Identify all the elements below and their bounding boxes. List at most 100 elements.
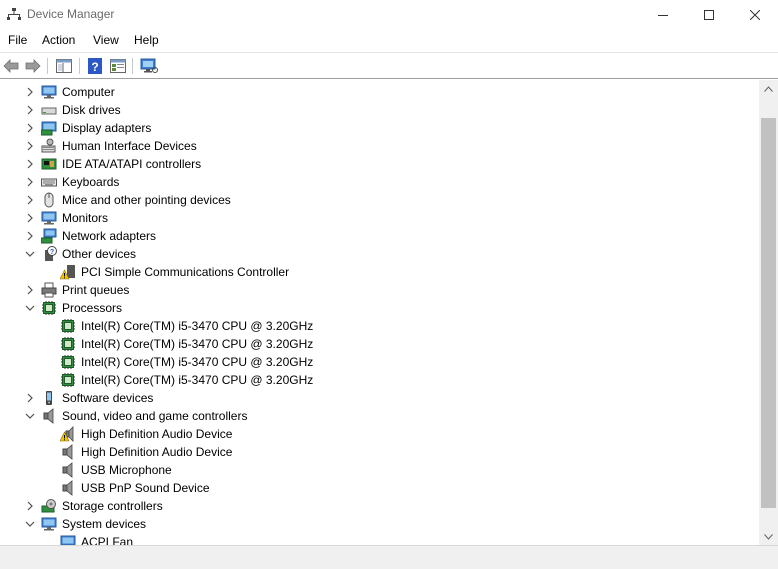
collapse-toggle[interactable] — [24, 302, 36, 314]
tree-device[interactable]: USB PnP Sound Device — [0, 479, 759, 497]
minimize-button[interactable] — [640, 0, 686, 30]
expand-toggle[interactable] — [24, 104, 36, 116]
tree-category[interactable]: Disk drives — [0, 101, 759, 119]
tree-device[interactable]: High Definition Audio Device — [0, 425, 759, 443]
tree-category[interactable]: Monitors — [0, 209, 759, 227]
tree-item-label: IDE ATA/ATAPI controllers — [62, 157, 202, 171]
tree-device[interactable]: ACPI Fan — [0, 533, 759, 545]
monitor-icon — [41, 211, 57, 225]
collapse-toggle[interactable] — [24, 248, 36, 260]
expand-toggle[interactable] — [24, 284, 36, 296]
tree-item-label: Monitors — [62, 211, 109, 225]
printer-icon — [41, 282, 57, 298]
chevron-right-icon — [27, 231, 33, 241]
properties-view-button[interactable] — [109, 57, 127, 75]
tree-category[interactable]: Sound, video and game controllers — [0, 407, 759, 425]
back-button[interactable] — [2, 57, 20, 75]
chevron-down-icon — [25, 413, 35, 419]
menu-help[interactable]: Help — [134, 33, 159, 47]
scroll-down-button[interactable] — [759, 528, 778, 545]
computer-icon — [41, 85, 57, 99]
tree-item-label: Intel(R) Core(TM) i5-3470 CPU @ 3.20GHz — [81, 337, 314, 351]
unknown-device-icon: ? — [45, 246, 57, 261]
chevron-down-icon — [25, 251, 35, 257]
tree-item-label: Mice and other pointing devices — [62, 193, 231, 207]
tree-device[interactable]: Intel(R) Core(TM) i5-3470 CPU @ 3.20GHz — [0, 371, 759, 389]
tree-device[interactable]: PCI Simple Communications Controller — [0, 263, 759, 281]
expand-toggle[interactable] — [24, 392, 36, 404]
menu-file[interactable]: File — [8, 33, 27, 47]
tree-item-label: High Definition Audio Device — [81, 445, 233, 459]
expand-toggle[interactable] — [24, 86, 36, 98]
tree-device[interactable]: High Definition Audio Device — [0, 443, 759, 461]
tree-category[interactable]: System devices — [0, 515, 759, 533]
help-icon: ? — [88, 58, 102, 74]
processor-icon — [61, 319, 75, 333]
expand-toggle[interactable] — [24, 212, 36, 224]
vertical-scrollbar[interactable] — [759, 80, 778, 545]
tree-category[interactable]: Print queues — [0, 281, 759, 299]
close-icon — [750, 10, 760, 20]
tree-device[interactable]: Intel(R) Core(TM) i5-3470 CPU @ 3.20GHz — [0, 335, 759, 353]
tree-item-label: Disk drives — [62, 103, 121, 117]
scan-hardware-button[interactable] — [140, 57, 158, 75]
svg-text:?: ? — [91, 60, 98, 74]
tree-category[interactable]: Computer — [0, 83, 759, 101]
tree-category[interactable]: Human Interface Devices — [0, 137, 759, 155]
device-tree: Computer Disk drives Display adapters Human… — [0, 80, 759, 545]
expand-toggle[interactable] — [24, 176, 36, 188]
tree-item-label: Sound, video and game controllers — [62, 409, 248, 423]
collapse-toggle[interactable] — [24, 410, 36, 422]
system-device-icon — [60, 535, 76, 545]
show-hide-console-tree-button[interactable] — [55, 57, 73, 75]
forward-arrow-icon — [25, 59, 41, 73]
expand-toggle[interactable] — [24, 230, 36, 242]
tree-device[interactable]: USB Microphone — [0, 461, 759, 479]
tree-item-label: PCI Simple Communications Controller — [81, 265, 290, 279]
tree-device[interactable]: Intel(R) Core(TM) i5-3470 CPU @ 3.20GHz — [0, 353, 759, 371]
ide-controller-icon — [41, 158, 57, 170]
status-bar — [0, 545, 778, 569]
expand-toggle[interactable] — [24, 194, 36, 206]
help-button[interactable]: ? — [86, 57, 104, 75]
expand-toggle[interactable] — [24, 158, 36, 170]
processor-icon — [61, 337, 75, 351]
tree-item-label: USB PnP Sound Device — [81, 481, 210, 495]
menu-view[interactable]: View — [93, 33, 119, 47]
scroll-up-button[interactable] — [759, 80, 778, 97]
software-device-icon — [46, 391, 52, 405]
back-arrow-icon — [3, 59, 19, 73]
tree-item-label: Human Interface Devices — [62, 139, 197, 153]
title-bar: Device Manager — [0, 0, 778, 30]
tree-category[interactable]: Display adapters — [0, 119, 759, 137]
warning-device-icon — [60, 265, 75, 280]
toolbar-separator — [79, 58, 80, 74]
tree-category[interactable]: Processors — [0, 299, 759, 317]
tree-device[interactable]: Intel(R) Core(TM) i5-3470 CPU @ 3.20GHz — [0, 317, 759, 335]
expand-toggle[interactable] — [24, 122, 36, 134]
scrollbar-thumb[interactable] — [761, 118, 776, 508]
tree-category[interactable]: Network adapters — [0, 227, 759, 245]
tree-category[interactable]: ? Other devices — [0, 245, 759, 263]
expand-toggle[interactable] — [24, 500, 36, 512]
system-device-icon — [41, 517, 57, 531]
mouse-icon — [44, 192, 54, 208]
chevron-right-icon — [27, 501, 33, 511]
tree-category[interactable]: Keyboards — [0, 173, 759, 191]
speaker-icon — [43, 408, 54, 424]
tree-category[interactable]: IDE ATA/ATAPI controllers — [0, 155, 759, 173]
maximize-button[interactable] — [686, 0, 732, 30]
expand-toggle[interactable] — [24, 140, 36, 152]
close-button[interactable] — [732, 0, 778, 30]
forward-button[interactable] — [24, 57, 42, 75]
tree-category[interactable]: Software devices — [0, 389, 759, 407]
tree-category[interactable]: Mice and other pointing devices — [0, 191, 759, 209]
collapse-toggle[interactable] — [24, 518, 36, 530]
keyboard-icon — [41, 178, 57, 187]
tree-category[interactable]: Storage controllers — [0, 497, 759, 515]
menu-action[interactable]: Action — [42, 33, 75, 47]
storage-controller-icon — [41, 499, 56, 513]
speaker-warning-icon — [60, 426, 74, 442]
properties-view-icon — [110, 59, 126, 73]
chevron-right-icon — [27, 195, 33, 205]
